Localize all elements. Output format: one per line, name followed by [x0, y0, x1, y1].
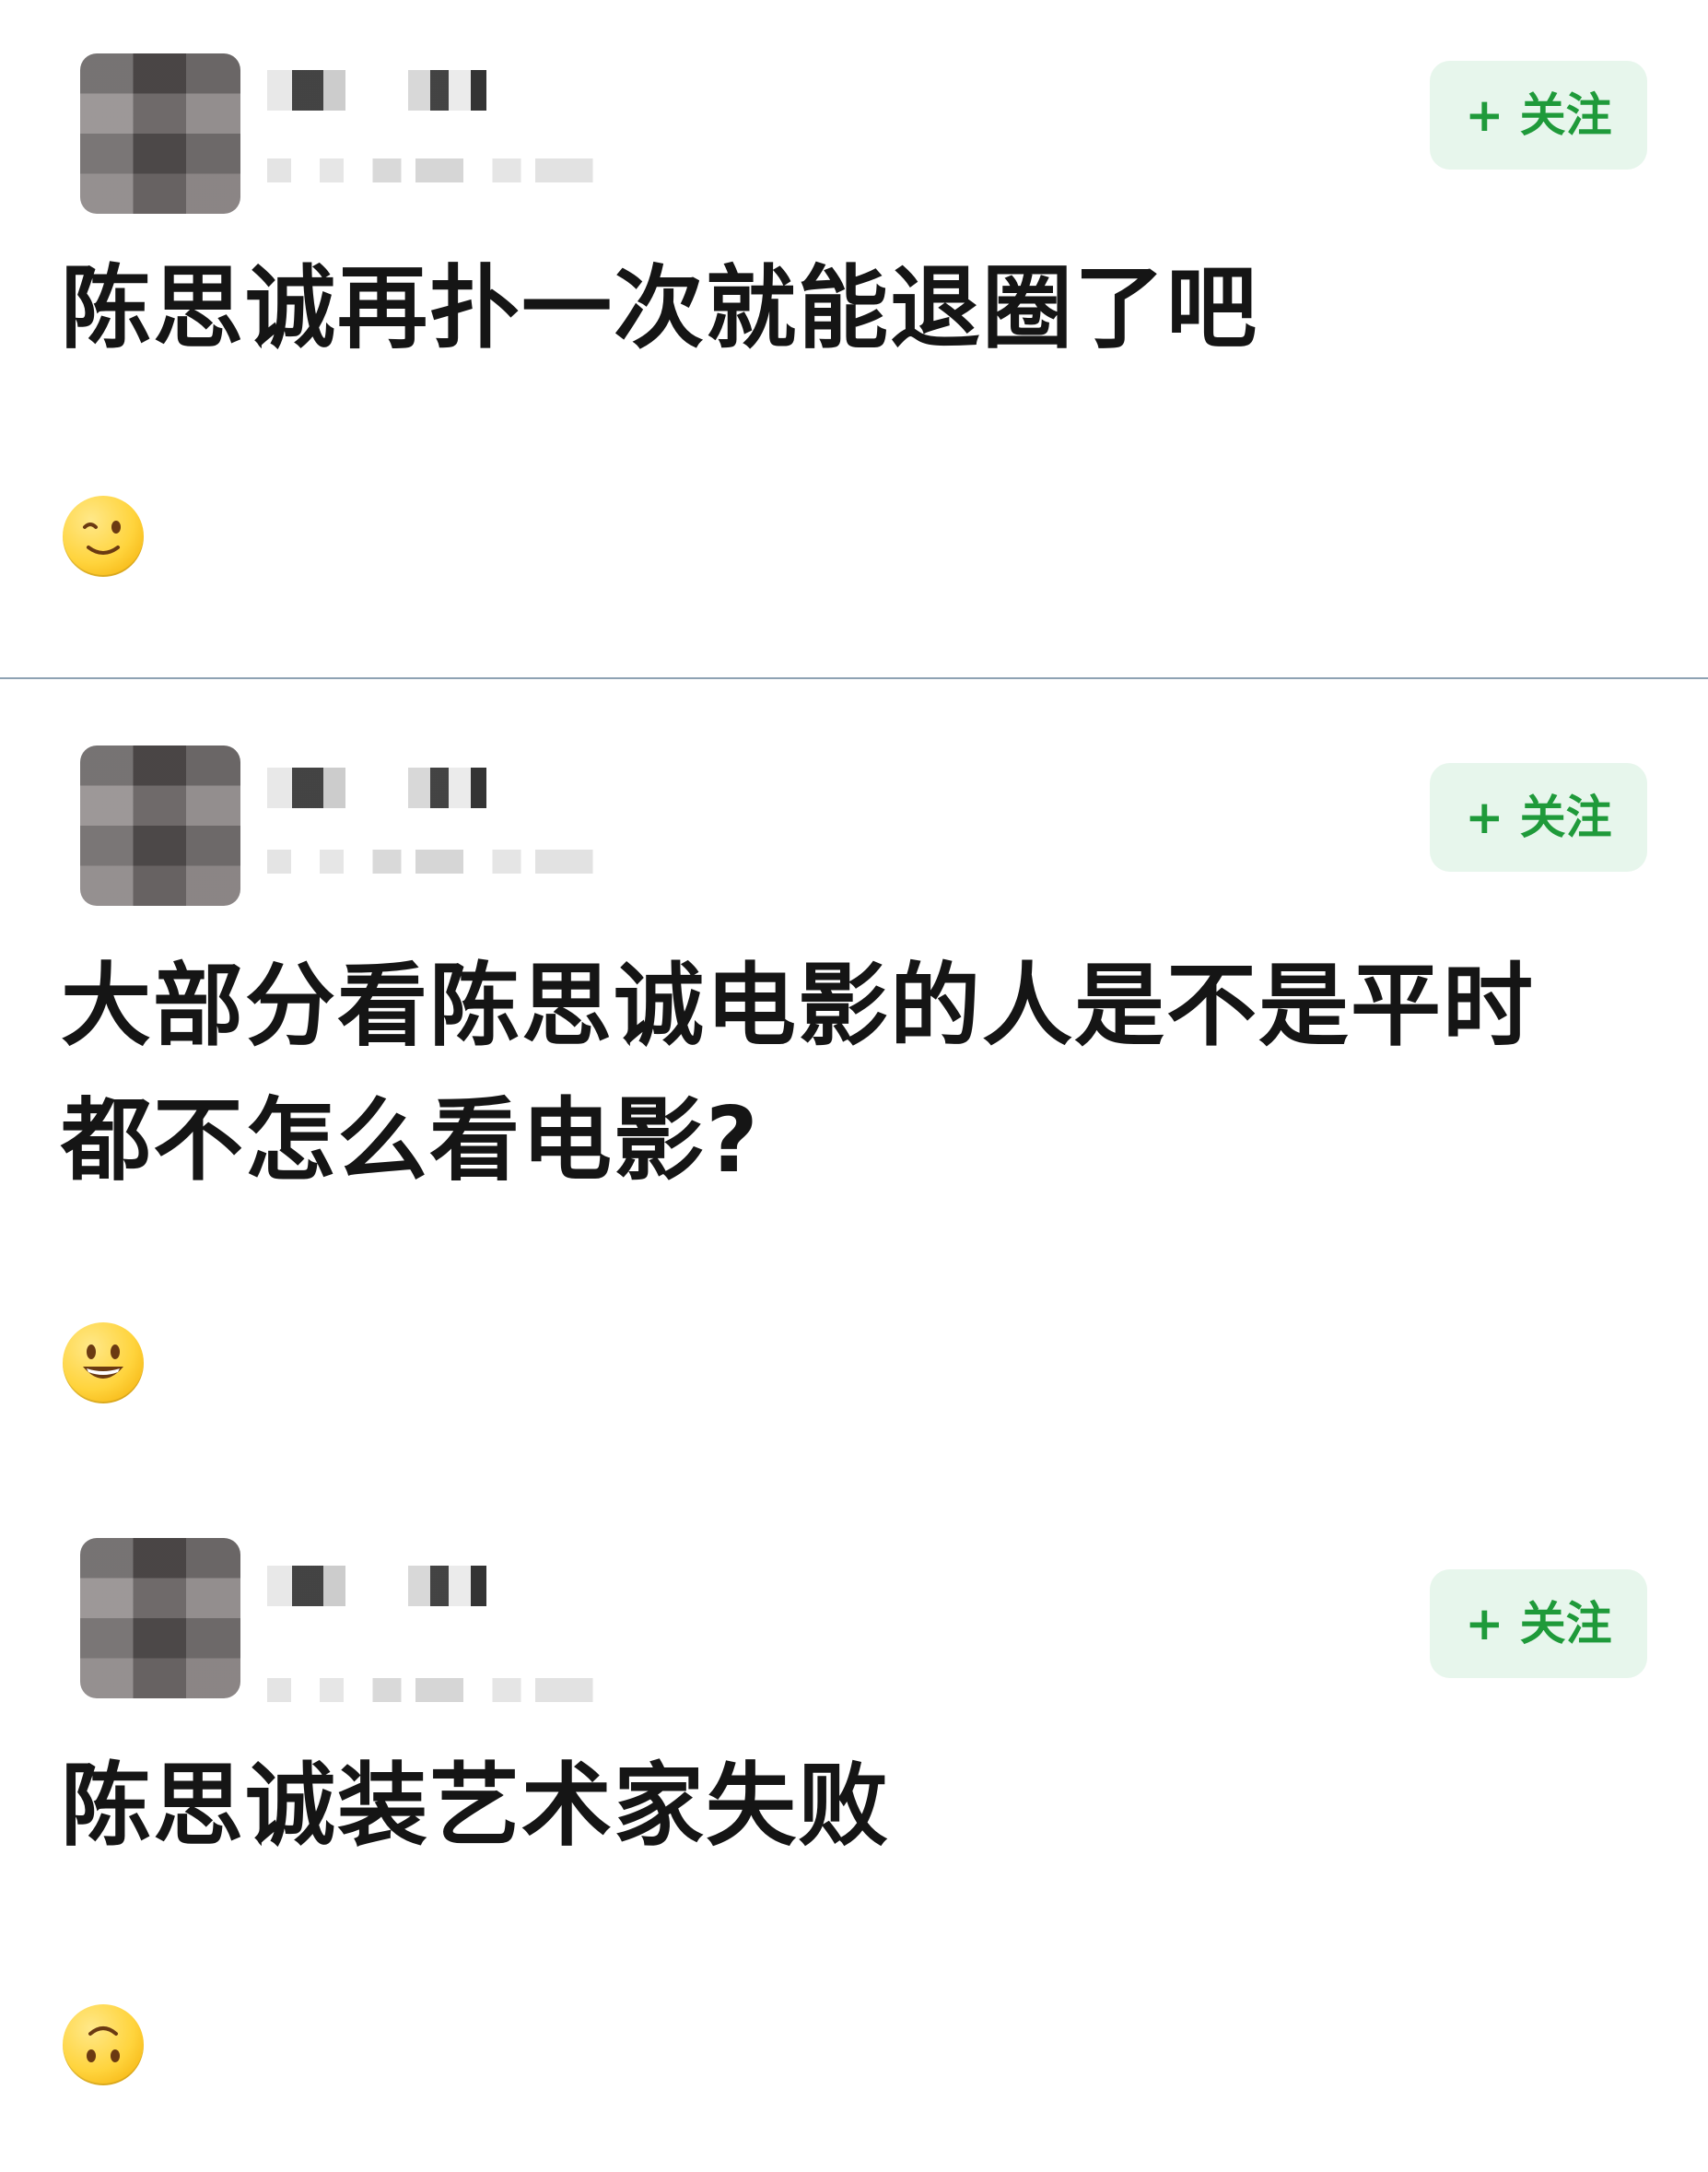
username-blurred[interactable]	[267, 1566, 580, 1606]
post-meta-blurred	[267, 850, 746, 874]
post-card: + 关注 陈思诚再扑一次就能退圈了吧	[0, 0, 1708, 677]
post-text: 大部分看陈思诚电影的人是不是平时都不怎么看电影?	[61, 954, 1536, 1193]
avatar[interactable]	[80, 53, 240, 214]
post-text: 陈思诚装艺术家失败	[61, 1754, 891, 1859]
upside-down-face-emoji-icon	[63, 2004, 144, 2085]
post-card: + 关注 大部分看陈思诚电影的人是不是平时都不怎么看电影?	[0, 679, 1708, 1509]
avatar[interactable]	[80, 1538, 240, 1698]
post-card: + 关注 陈思诚装艺术家失败	[0, 1509, 1708, 2172]
username-blurred[interactable]	[267, 70, 580, 111]
winking-face-emoji-icon	[63, 496, 144, 577]
post-meta-blurred	[267, 1678, 746, 1702]
avatar[interactable]	[80, 746, 240, 906]
follow-button[interactable]: + 关注	[1430, 763, 1647, 872]
follow-button[interactable]: + 关注	[1430, 61, 1647, 170]
post-meta-blurred	[267, 158, 746, 182]
grinning-face-emoji-icon	[63, 1322, 144, 1403]
post-text: 陈思诚再扑一次就能退圈了吧	[61, 256, 1259, 361]
follow-button[interactable]: + 关注	[1430, 1569, 1647, 1678]
username-blurred[interactable]	[267, 768, 580, 808]
